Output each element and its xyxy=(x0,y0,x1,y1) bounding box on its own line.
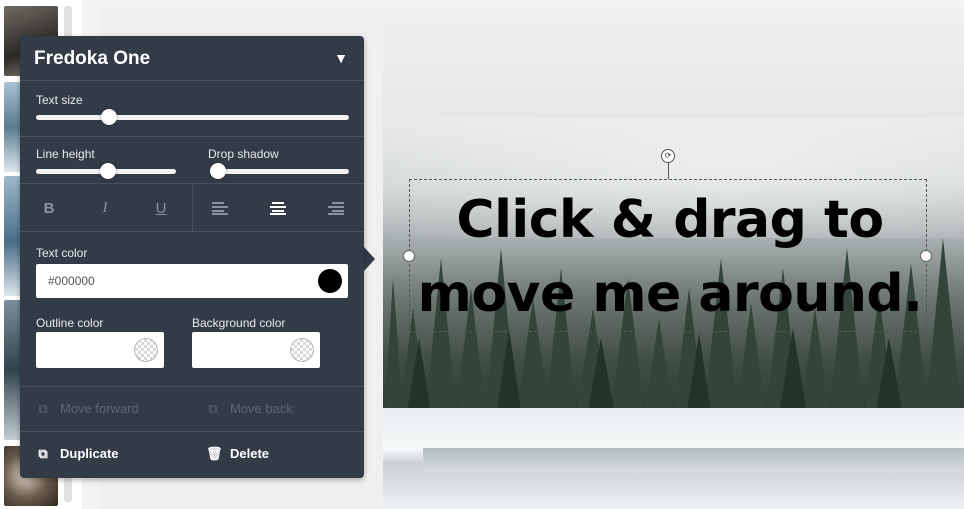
align-center-icon[interactable] xyxy=(270,202,286,215)
divider xyxy=(20,231,364,232)
align-right-icon[interactable] xyxy=(328,202,344,215)
delete-label: Delete xyxy=(230,446,270,461)
underline-button[interactable]: U xyxy=(150,200,172,217)
text-color-field[interactable]: #000000 xyxy=(36,264,348,298)
rotate-stem xyxy=(668,163,669,179)
background-color-field[interactable] xyxy=(192,332,320,368)
align-left-icon[interactable] xyxy=(212,202,228,215)
rotate-handle-icon[interactable]: ⟳ xyxy=(661,149,675,163)
text-properties-panel: Fredoka One ▼ Text size Line height Drop… xyxy=(20,36,364,478)
text-size-label: Text size xyxy=(36,93,83,107)
move-back-label: Move back xyxy=(230,401,293,416)
text-color-hex: #000000 xyxy=(48,274,95,288)
divider xyxy=(20,386,364,387)
drop-shadow-slider-knob[interactable] xyxy=(210,163,226,179)
divider xyxy=(20,80,364,81)
divider xyxy=(192,183,193,231)
font-selector-label[interactable]: Fredoka One xyxy=(34,48,150,70)
move-back-icon: ⧉ xyxy=(208,401,218,416)
text-color-swatch[interactable] xyxy=(318,269,342,293)
canvas-text-line: move me around. xyxy=(417,264,923,324)
divider xyxy=(20,136,364,137)
text-color-label: Text color xyxy=(36,246,88,260)
canvas-text-line: Click & drag to xyxy=(456,190,884,250)
duplicate-button[interactable]: ⧉ Duplicate xyxy=(36,446,119,462)
outline-color-label: Outline color xyxy=(36,316,104,330)
transparent-swatch-icon[interactable] xyxy=(290,338,314,362)
line-height-slider-knob[interactable] xyxy=(100,163,117,179)
drop-shadow-slider[interactable] xyxy=(210,169,349,174)
transparent-swatch-icon[interactable] xyxy=(134,338,158,362)
canvas-text[interactable]: Click & drag to move me around. xyxy=(406,183,934,331)
drop-shadow-label: Drop shadow xyxy=(208,147,279,161)
lake-water xyxy=(423,448,964,473)
background-color-label: Background color xyxy=(192,316,286,330)
text-size-slider[interactable] xyxy=(36,115,349,120)
move-forward-label: Move forward xyxy=(60,401,139,416)
bold-button[interactable]: B xyxy=(38,200,60,217)
move-forward-icon: ⧉ xyxy=(38,401,48,416)
outline-color-field[interactable] xyxy=(36,332,164,368)
divider xyxy=(20,431,364,432)
chevron-down-icon[interactable]: ▼ xyxy=(334,50,348,66)
move-back-button[interactable]: ⧉ Move back xyxy=(206,401,293,417)
move-forward-button[interactable]: ⧉ Move forward xyxy=(36,401,139,417)
panel-pointer xyxy=(364,247,375,271)
italic-button[interactable]: I xyxy=(94,200,116,217)
text-size-slider-knob[interactable] xyxy=(101,109,118,125)
duplicate-icon: ⧉ xyxy=(38,446,48,461)
line-height-label: Line height xyxy=(36,147,95,161)
duplicate-label: Duplicate xyxy=(60,446,119,461)
delete-button[interactable]: 🗑 Delete xyxy=(206,446,269,462)
trash-icon: 🗑 xyxy=(206,446,223,461)
